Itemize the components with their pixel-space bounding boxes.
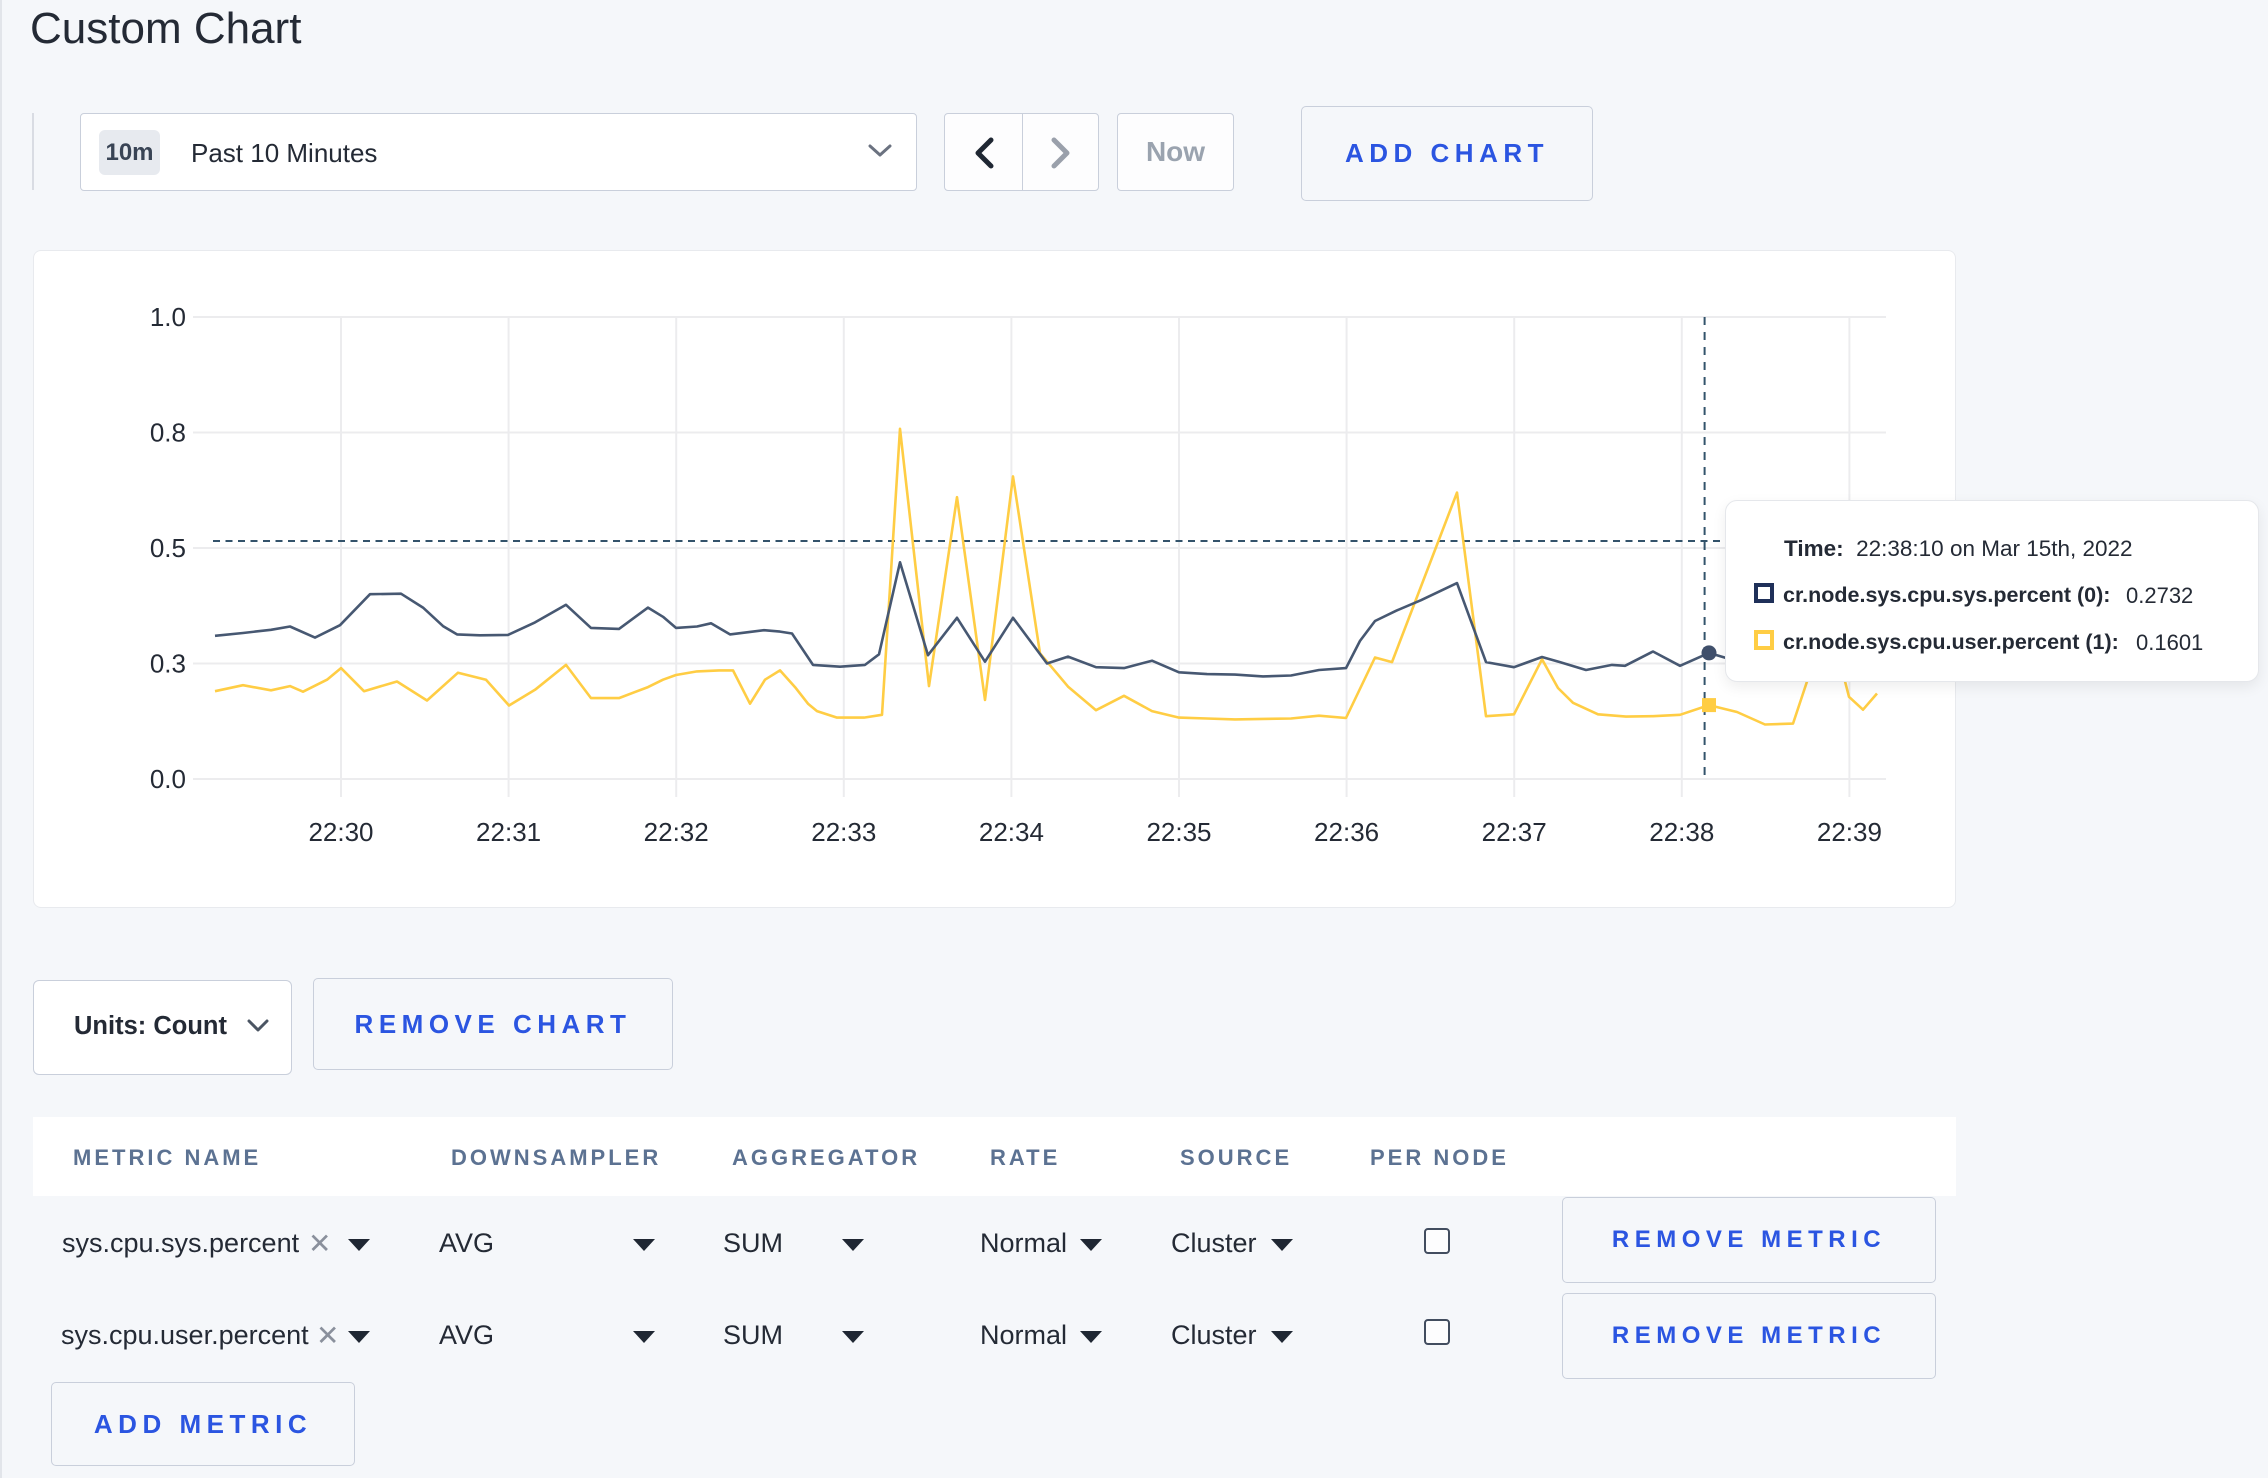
svg-text:22:35: 22:35 <box>1146 817 1211 847</box>
svg-text:22:33: 22:33 <box>811 817 876 847</box>
svg-text:22:32: 22:32 <box>644 817 709 847</box>
svg-text:22:36: 22:36 <box>1314 817 1379 847</box>
svg-text:0.8: 0.8 <box>150 418 186 448</box>
svg-text:22:37: 22:37 <box>1482 817 1547 847</box>
svg-text:0.3: 0.3 <box>150 649 186 679</box>
svg-text:0.5: 0.5 <box>150 533 186 563</box>
svg-text:22:38: 22:38 <box>1649 817 1714 847</box>
svg-text:22:34: 22:34 <box>979 817 1044 847</box>
svg-text:22:39: 22:39 <box>1817 817 1882 847</box>
svg-text:0.0: 0.0 <box>150 764 186 794</box>
svg-text:22:31: 22:31 <box>476 817 541 847</box>
svg-text:1.0: 1.0 <box>150 302 186 332</box>
svg-text:22:30: 22:30 <box>308 817 373 847</box>
